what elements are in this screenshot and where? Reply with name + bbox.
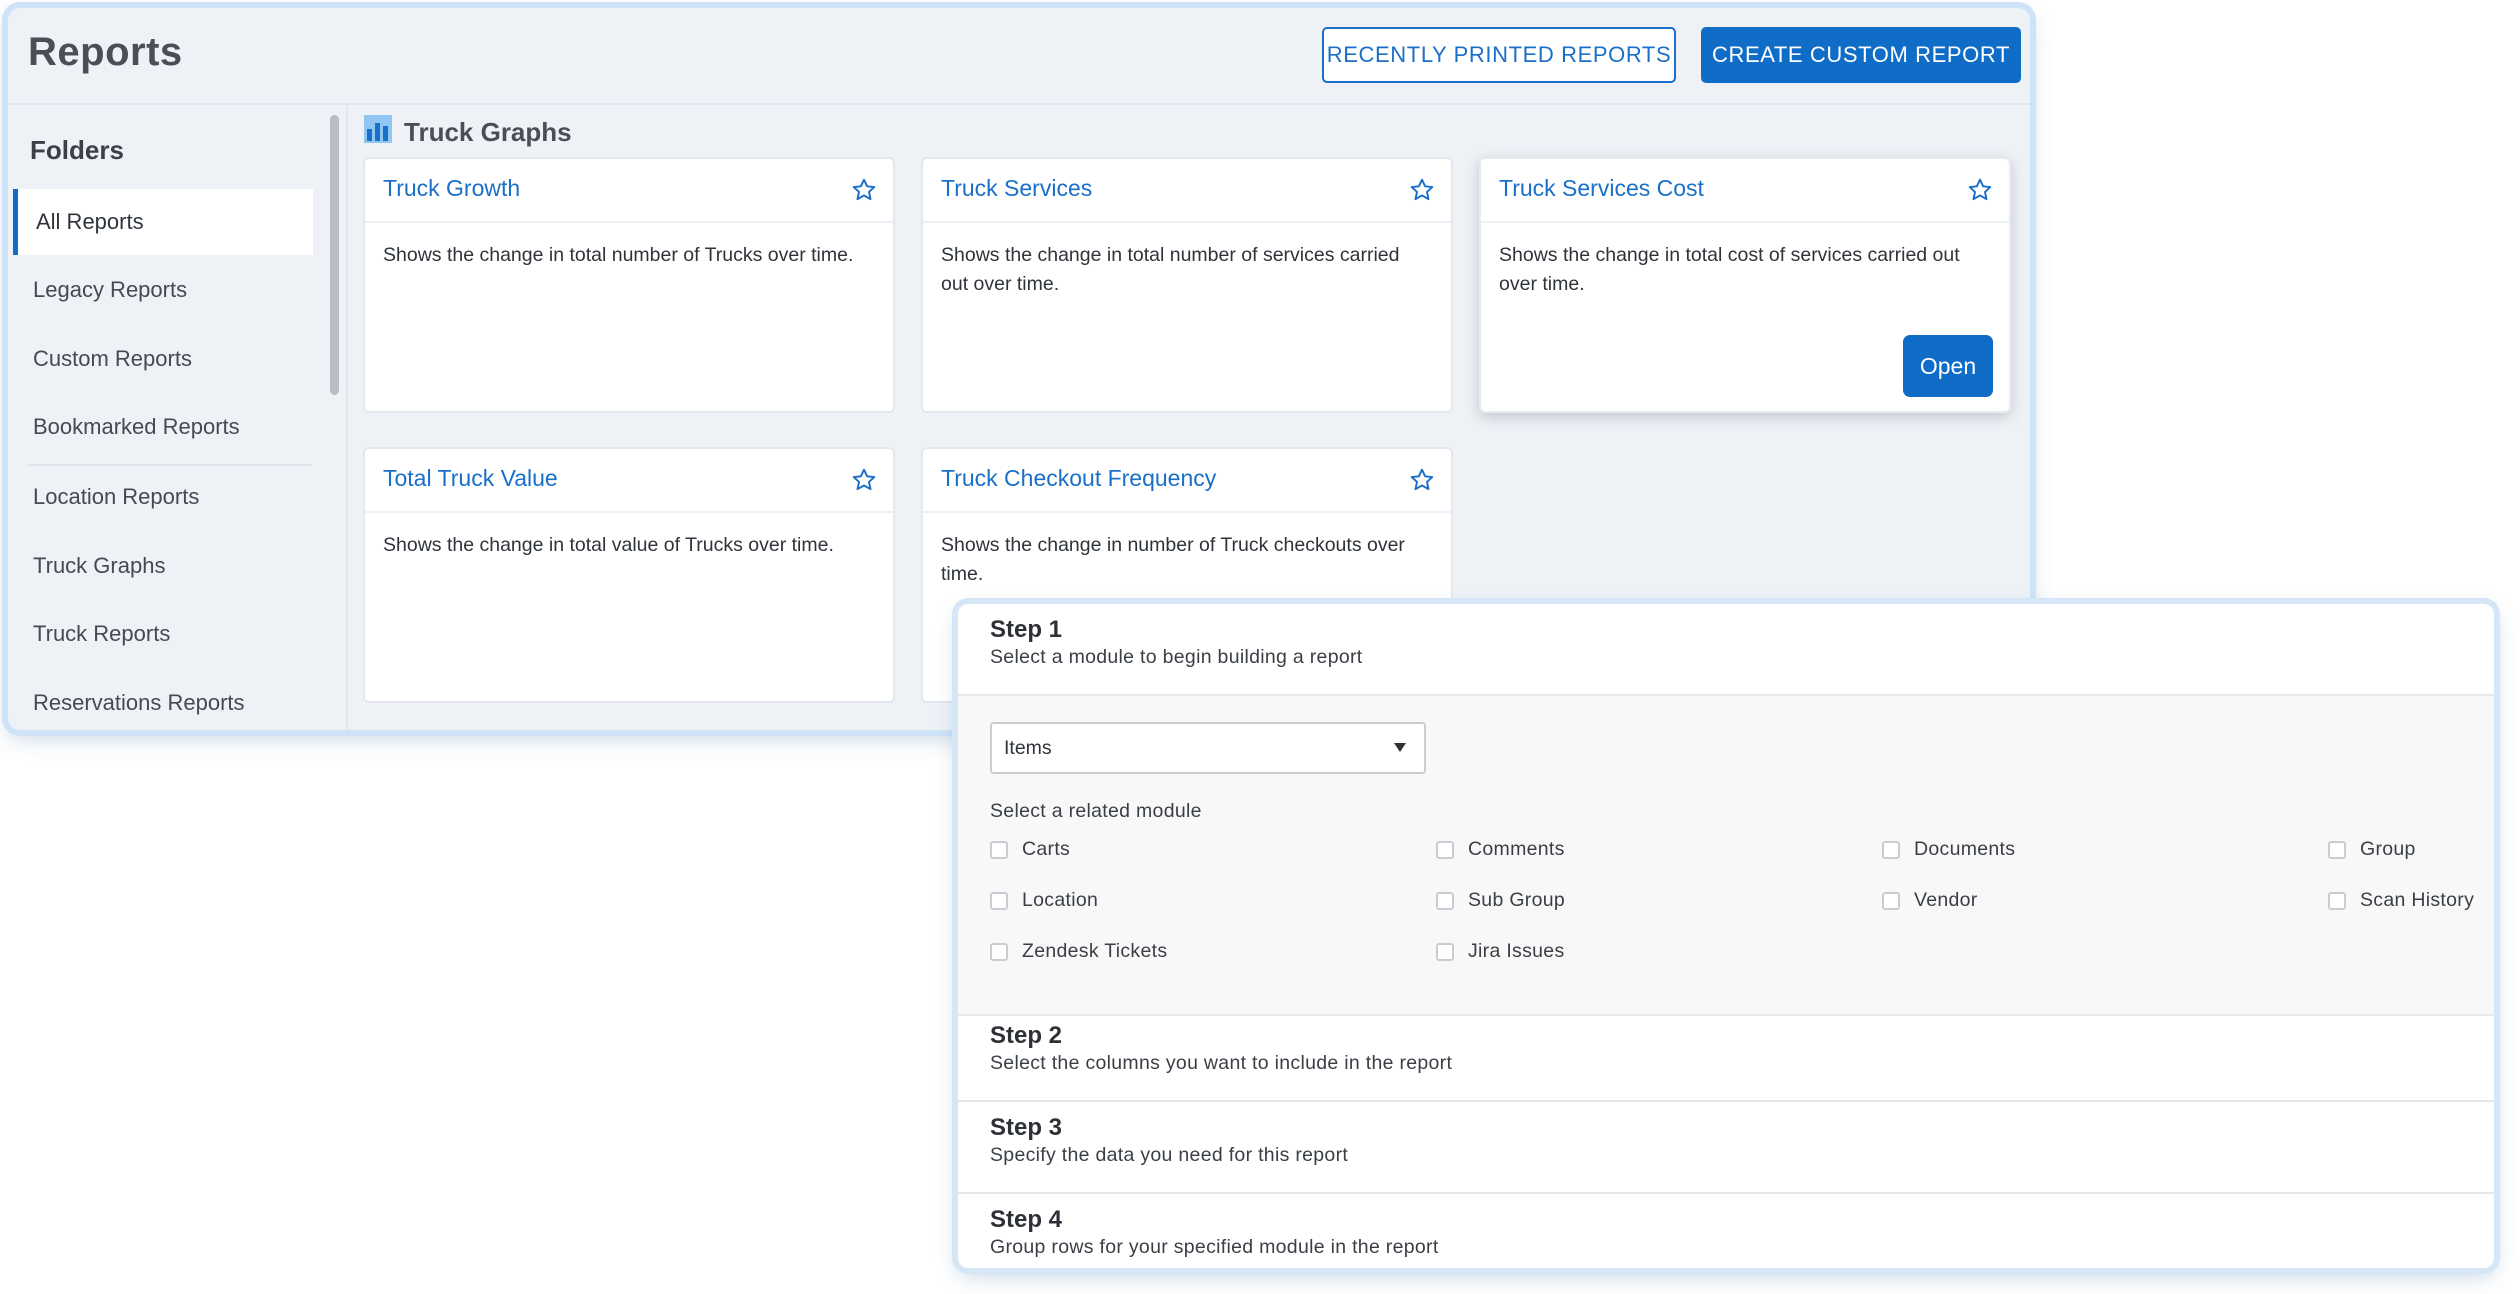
custom-report-wizard: Step 1 Select a module to begin building… xyxy=(958,604,2494,1268)
step-3-subtitle: Specify the data you need for this repor… xyxy=(990,1144,1349,1166)
step-4-title[interactable]: Step 4 xyxy=(990,1206,1062,1234)
sidebar-item-label: Bookmarked Reports xyxy=(33,414,240,439)
sidebar-item-label: All Reports xyxy=(36,209,144,234)
checkbox-label: Comments xyxy=(1468,838,1565,860)
checkbox-label: Zendesk Tickets xyxy=(1022,940,1168,962)
checkbox-box[interactable] xyxy=(990,891,1008,910)
card-header: Truck Services Cost xyxy=(1481,159,2009,223)
card-header: Truck Growth xyxy=(365,159,893,223)
chevron-down-icon xyxy=(1394,743,1406,752)
checkbox-label: Scan History xyxy=(2360,889,2475,911)
step-1-title: Step 1 xyxy=(990,616,1063,643)
card-header: Truck Services xyxy=(923,159,1451,223)
sidebar-item-location-reports[interactable]: Location Reports xyxy=(13,464,313,530)
checkbox-comments[interactable]: Comments xyxy=(1436,838,1565,861)
report-card-total-truck-value[interactable]: Total Truck Value Shows the change in to… xyxy=(363,447,895,703)
checkbox-label: Group xyxy=(2360,838,2416,860)
step-1-body: Items Select a related module Carts Comm… xyxy=(958,694,2494,1016)
checkbox-box[interactable] xyxy=(2328,891,2346,910)
card-description: Shows the change in total value of Truck… xyxy=(383,534,834,556)
card-title[interactable]: Truck Services Cost xyxy=(1499,175,1704,202)
create-custom-report-button[interactable]: CREATE CUSTOM REPORT xyxy=(1701,27,2021,83)
star-icon[interactable] xyxy=(1409,467,1435,493)
sidebar-item-legacy-reports[interactable]: Legacy Reports xyxy=(13,257,313,323)
sidebar-item-all-reports[interactable]: All Reports xyxy=(13,189,313,255)
section-title: Truck Graphs xyxy=(364,108,572,156)
step-divider xyxy=(958,1100,2494,1102)
section-title-text: Truck Graphs xyxy=(404,116,572,147)
checkbox-location[interactable]: Location xyxy=(990,889,1098,912)
sidebar-item-label: Custom Reports xyxy=(33,346,192,371)
step-4-subtitle: Group rows for your specified module in … xyxy=(990,1236,1439,1258)
card-header: Total Truck Value xyxy=(365,449,893,513)
report-card-truck-services[interactable]: Truck Services Shows the change in total… xyxy=(921,157,1453,413)
checkbox-jira-issues[interactable]: Jira Issues xyxy=(1436,940,1565,963)
checkbox-group[interactable]: Group xyxy=(2328,838,2416,861)
step-3-title[interactable]: Step 3 xyxy=(990,1114,1062,1142)
checkbox-zendesk-tickets[interactable]: Zendesk Tickets xyxy=(990,940,1167,963)
card-description: Shows the change in total number of serv… xyxy=(941,244,1400,295)
card-title[interactable]: Total Truck Value xyxy=(383,465,558,492)
checkbox-box[interactable] xyxy=(1436,891,1454,910)
sidebar-item-truck-reports[interactable]: Truck Reports xyxy=(13,601,313,667)
checkbox-box[interactable] xyxy=(1882,891,1900,910)
card-description: Shows the change in number of Truck chec… xyxy=(941,534,1405,585)
step-1-subtitle: Select a module to begin building a repo… xyxy=(990,646,1363,668)
checkbox-label: Carts xyxy=(1022,838,1071,860)
related-module-label: Select a related module xyxy=(990,800,1202,822)
card-description: Shows the change in total number of Truc… xyxy=(383,244,854,266)
open-button[interactable]: Open xyxy=(1903,335,1993,397)
checkbox-box[interactable] xyxy=(990,942,1008,961)
checkbox-box[interactable] xyxy=(1882,840,1900,859)
star-icon[interactable] xyxy=(1967,177,1993,203)
sidebar-scrollbar[interactable] xyxy=(326,105,344,730)
sidebar-item-custom-reports[interactable]: Custom Reports xyxy=(13,326,313,392)
module-select-value: Items xyxy=(1004,736,1052,759)
step-2-subtitle: Select the columns you want to include i… xyxy=(990,1052,1453,1074)
card-title[interactable]: Truck Services xyxy=(941,175,1092,202)
report-card-truck-services-cost[interactable]: Truck Services Cost Shows the change in … xyxy=(1479,157,2011,413)
scrollbar-thumb[interactable] xyxy=(330,115,339,395)
sidebar-item-label: Legacy Reports xyxy=(33,277,188,302)
checkbox-box[interactable] xyxy=(990,840,1008,859)
checkbox-box[interactable] xyxy=(1436,840,1454,859)
sidebar-item-label: Truck Graphs xyxy=(33,553,166,578)
card-title[interactable]: Truck Checkout Frequency xyxy=(941,465,1216,492)
reports-header: Reports RECENTLY PRINTED REPORTS CREATE … xyxy=(8,8,2030,105)
folders-heading: Folders xyxy=(30,135,124,165)
sidebar-item-reservations-reports[interactable]: Reservations Reports xyxy=(13,670,313,730)
card-header: Truck Checkout Frequency xyxy=(923,449,1451,513)
checkbox-scan-history[interactable]: Scan History xyxy=(2328,889,2474,912)
card-title[interactable]: Truck Growth xyxy=(383,175,520,202)
checkbox-sub-group[interactable]: Sub Group xyxy=(1436,889,1565,912)
checkbox-vendor[interactable]: Vendor xyxy=(1882,889,1978,912)
checkbox-box[interactable] xyxy=(2328,840,2346,859)
star-icon[interactable] xyxy=(1409,177,1435,203)
page-title: Reports xyxy=(28,30,183,74)
star-icon[interactable] xyxy=(851,177,877,203)
checkbox-carts[interactable]: Carts xyxy=(990,838,1070,861)
main-divider xyxy=(346,105,348,730)
checkbox-label: Vendor xyxy=(1914,889,1978,911)
checkbox-box[interactable] xyxy=(1436,942,1454,961)
checkbox-label: Documents xyxy=(1914,838,2016,860)
checkbox-documents[interactable]: Documents xyxy=(1882,838,2015,861)
recently-printed-reports-button[interactable]: RECENTLY PRINTED REPORTS xyxy=(1322,27,1676,83)
report-card-truck-growth[interactable]: Truck Growth Shows the change in total n… xyxy=(363,157,895,413)
step-divider xyxy=(958,1192,2494,1194)
folders-sidebar: Folders All Reports Legacy Reports Custo… xyxy=(8,105,324,730)
sidebar-item-bookmarked-reports[interactable]: Bookmarked Reports xyxy=(13,394,313,460)
sidebar-item-truck-graphs[interactable]: Truck Graphs xyxy=(13,533,313,599)
checkbox-label: Sub Group xyxy=(1468,889,1566,911)
module-select[interactable]: Items xyxy=(990,722,1426,774)
sidebar-item-label: Reservations Reports xyxy=(33,690,245,715)
sidebar-item-label: Location Reports xyxy=(33,484,200,509)
step-2-title[interactable]: Step 2 xyxy=(990,1022,1062,1050)
sidebar-item-label: Truck Reports xyxy=(33,621,171,646)
card-description: Shows the change in total cost of servic… xyxy=(1499,244,1960,295)
bar-chart-icon xyxy=(364,114,392,150)
checkbox-label: Location xyxy=(1022,889,1099,911)
star-icon[interactable] xyxy=(851,467,877,493)
checkbox-label: Jira Issues xyxy=(1468,940,1565,962)
